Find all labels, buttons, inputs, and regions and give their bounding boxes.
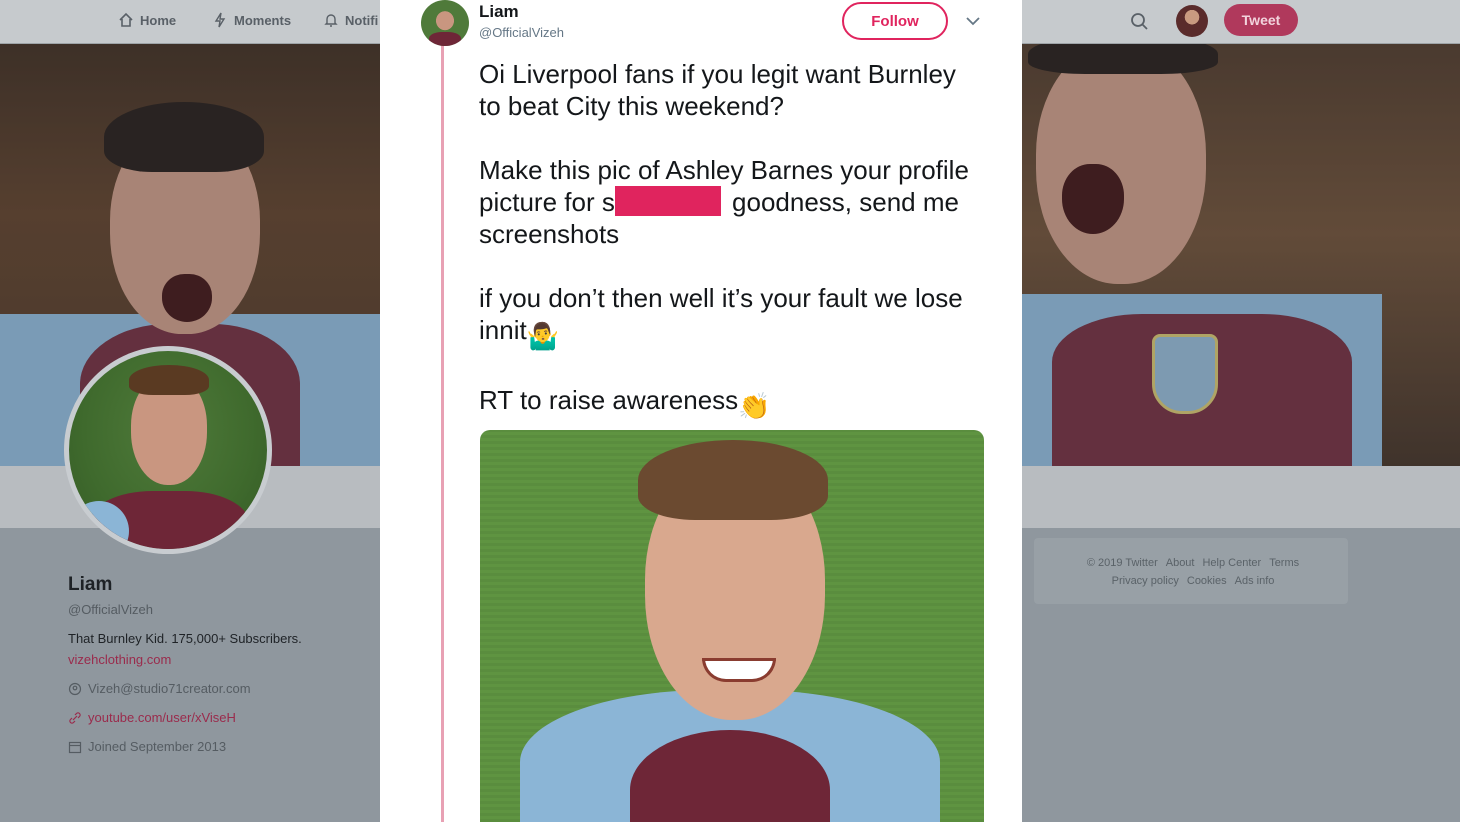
chevron-down-icon[interactable]	[964, 14, 982, 28]
profile-banner-right	[1022, 44, 1460, 466]
tweet-photo[interactable]	[480, 430, 984, 822]
thread-line	[441, 44, 444, 822]
nav-moments[interactable]: Moments	[212, 12, 291, 28]
tweet-author-avatar[interactable]	[421, 0, 469, 46]
clapping-hands-emoji-icon: 👏	[738, 391, 771, 421]
profile-bio-link[interactable]: vizehclothing.com	[68, 652, 368, 667]
footer-link[interactable]: Cookies	[1187, 575, 1227, 587]
redaction-bar	[614, 186, 721, 216]
nav-notifications[interactable]: Notifi	[323, 12, 378, 28]
shrug-emoji-icon: 🤷‍♂️	[526, 321, 560, 351]
footer-links-box: © 2019 Twitter About Help Center Terms Priv…	[1034, 538, 1348, 604]
profile-location-row: Vizeh@studio71creator.com	[68, 681, 368, 696]
tweet-paragraph: if you don’t then well it’s your fault w…	[479, 282, 979, 352]
profile-avatar[interactable]	[64, 346, 272, 554]
search-icon[interactable]	[1128, 10, 1150, 32]
footer-link[interactable]: Help Center	[1202, 557, 1261, 569]
home-icon	[119, 12, 133, 27]
nav-moments-label: Moments	[234, 12, 292, 28]
tweet-paragraph: Oi Liverpool fans if you legit want Burn…	[479, 59, 956, 121]
footer-link[interactable]: © 2019 Twitter	[1087, 557, 1158, 569]
calendar-icon	[68, 741, 82, 753]
tweet-text: Oi Liverpool fans if you legit want Burn…	[479, 58, 979, 422]
lightning-icon	[214, 12, 226, 28]
profile-website-row[interactable]: youtube.com/user/xViseH	[68, 710, 368, 725]
profile-info: Liam @OfficialVizeh That Burnley Kid. 17…	[68, 574, 368, 754]
nav-home-label: Home	[140, 12, 177, 28]
tweet-paragraph: Make this pic of Ashley Barnes your prof…	[479, 154, 979, 250]
compose-tweet-button[interactable]: Tweet	[1224, 4, 1298, 36]
profile-joined: Joined September 2013	[88, 739, 227, 754]
account-avatar[interactable]	[1176, 5, 1208, 37]
profile-bio: That Burnley Kid. 175,000+ Subscribers.	[68, 631, 302, 646]
footer-link[interactable]: Terms	[1269, 557, 1299, 569]
bell-icon	[324, 14, 338, 27]
footer-link[interactable]: About	[1166, 557, 1195, 569]
tweet-author-handle[interactable]: @OfficialVizeh	[479, 25, 564, 40]
nav-home[interactable]: Home	[118, 12, 176, 28]
profile-website[interactable]: youtube.com/user/xViseH	[88, 710, 236, 725]
tweet-author-name[interactable]: Liam	[479, 2, 519, 22]
profile-name: Liam	[68, 574, 113, 595]
follow-button[interactable]: Follow	[842, 2, 948, 40]
tweet-paragraph: RT to raise awareness👏	[479, 384, 979, 422]
footer-link[interactable]: Privacy policy	[1112, 575, 1179, 587]
profile-location: Vizeh@studio71creator.com	[88, 681, 251, 696]
location-pin-icon	[68, 682, 82, 695]
tweet-text-segment: RT to raise awareness	[479, 385, 739, 415]
profile-joined-row: Joined September 2013	[68, 739, 368, 754]
footer-links: © 2019 Twitter About Help Center Terms Priv…	[1062, 554, 1332, 590]
link-icon	[69, 711, 81, 724]
footer-link[interactable]: Ads info	[1235, 575, 1275, 587]
profile-handle: @OfficialVizeh	[68, 602, 153, 617]
nav-notifications-label: Notifi	[345, 12, 379, 28]
